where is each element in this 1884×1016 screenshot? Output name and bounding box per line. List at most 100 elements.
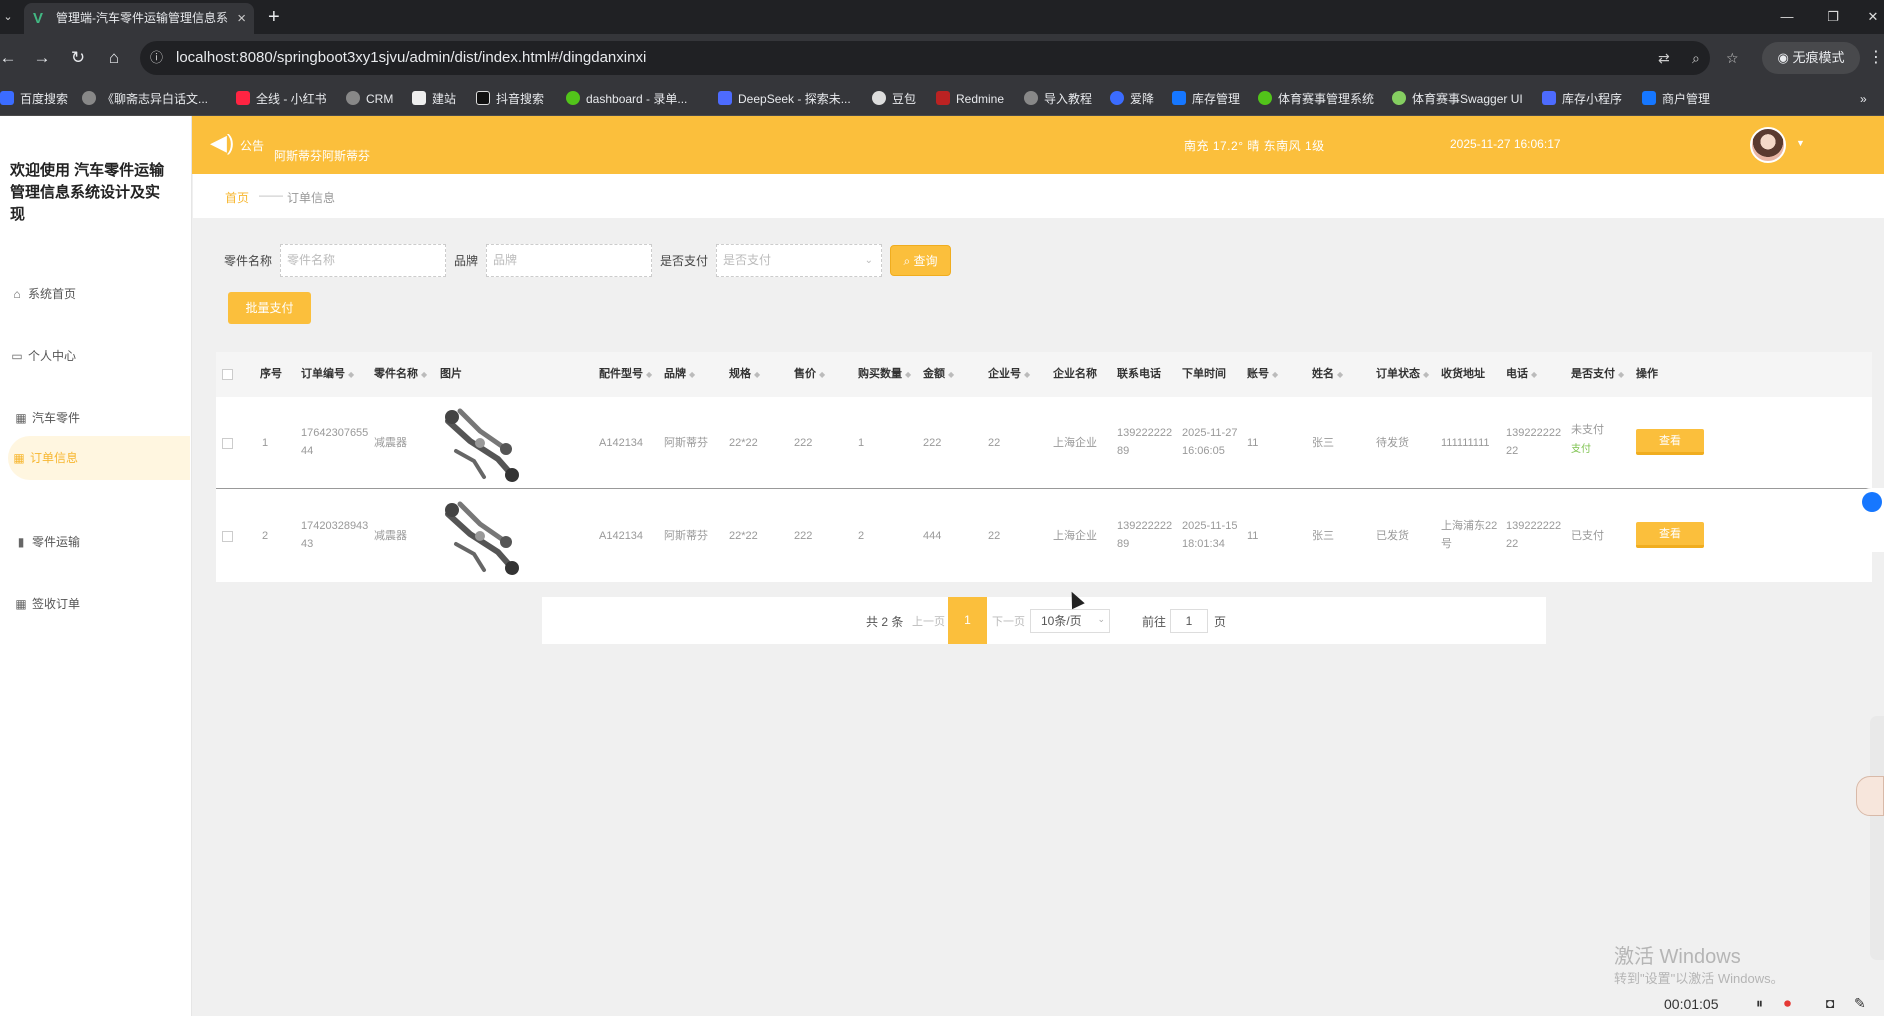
home-icon[interactable]: ⌂ xyxy=(96,34,132,82)
assistant-avatar-icon[interactable] xyxy=(1856,776,1884,816)
sort-icon[interactable]: ◆ xyxy=(754,370,760,379)
col-quantity[interactable]: 购买数量 ◆ xyxy=(858,352,911,397)
col-paid[interactable]: 是否支付 ◆ xyxy=(1571,352,1624,397)
pen-icon[interactable]: ✎ xyxy=(1854,995,1866,1012)
sidebar-item-parts[interactable]: ▦ 汽车零件 xyxy=(0,396,190,440)
select-all-checkbox[interactable] xyxy=(222,369,233,380)
col-spec[interactable]: 规格 ◆ xyxy=(729,352,760,397)
floating-widget[interactable] xyxy=(1858,488,1884,552)
bookmark-item[interactable]: Redmine xyxy=(936,82,1004,116)
bookmark-item[interactable]: 商户管理 xyxy=(1642,82,1710,116)
sidebar-item-signed-orders[interactable]: ▦ 签收订单 xyxy=(0,582,190,626)
pause-icon[interactable]: ⏸ xyxy=(1756,995,1763,1012)
sort-icon[interactable]: ◆ xyxy=(1272,370,1278,379)
sidebar-item-profile[interactable]: ▭ 个人中心 xyxy=(0,334,190,378)
sort-icon[interactable]: ◆ xyxy=(1531,370,1537,379)
translate-icon[interactable]: ⇄ xyxy=(1658,41,1670,75)
bookmark-item[interactable]: CRM xyxy=(346,82,393,116)
col-brand[interactable]: 品牌 ◆ xyxy=(664,352,695,397)
bookmark-item[interactable]: 体育赛事管理系统 xyxy=(1258,82,1374,116)
url-box[interactable]: ⓘ localhost:8080/springboot3xy1sjvu/admi… xyxy=(140,41,1739,75)
bookmark-item[interactable]: 豆包 xyxy=(872,82,916,116)
close-tab-icon[interactable]: × xyxy=(237,3,246,34)
prev-page-button[interactable]: 上一页 xyxy=(912,613,945,629)
bookmarks-overflow-icon[interactable]: » xyxy=(1860,82,1867,116)
url-text[interactable]: localhost:8080/springboot3xy1sjvu/admin/… xyxy=(176,41,646,75)
zoom-icon[interactable]: ⌕ xyxy=(1692,41,1700,75)
close-window-icon[interactable]: ✕ xyxy=(1850,0,1884,34)
bookmark-item[interactable]: 体育赛事Swagger UI xyxy=(1392,82,1523,116)
col-order-status[interactable]: 订单状态 ◆ xyxy=(1376,352,1429,397)
next-page-button[interactable]: 下一页 xyxy=(992,613,1025,629)
sort-icon[interactable]: ◆ xyxy=(819,370,825,379)
sort-icon[interactable]: ◆ xyxy=(948,370,954,379)
col-part-name[interactable]: 零件名称 ◆ xyxy=(374,352,427,397)
col-model[interactable]: 配件型号 ◆ xyxy=(599,352,652,397)
sort-icon[interactable]: ◆ xyxy=(421,370,427,379)
sort-icon[interactable]: ◆ xyxy=(1337,370,1343,379)
sort-icon[interactable]: ◆ xyxy=(1024,370,1030,379)
stop-record-icon[interactable]: ⏺ xyxy=(1784,995,1791,1012)
col-phone[interactable]: 电话 ◆ xyxy=(1506,352,1537,397)
sort-icon[interactable]: ◆ xyxy=(689,370,695,379)
incognito-badge[interactable]: ◉ 无痕模式 xyxy=(1762,42,1860,74)
back-icon[interactable]: ← xyxy=(0,34,26,82)
sidebar-item-transport[interactable]: ▮ 零件运输 xyxy=(0,520,190,564)
query-button[interactable]: ⌕ 查询 xyxy=(890,245,951,276)
sort-icon[interactable]: ◆ xyxy=(348,370,354,379)
browser-tab[interactable]: V 管理端-汽车零件运输管理信息系 × xyxy=(24,3,254,34)
bookmark-item[interactable]: DeepSeek - 探索未... xyxy=(718,82,851,116)
bookmark-item[interactable]: 《聊斋志异白话文... xyxy=(82,82,208,116)
bookmark-item[interactable]: 爱降 xyxy=(1110,82,1154,116)
bookmark-item[interactable]: 建站 xyxy=(412,82,456,116)
bookmark-item[interactable]: 全线 - 小红书 xyxy=(236,82,327,116)
tab-list-icon[interactable]: ⌄ xyxy=(0,0,16,34)
avatar[interactable] xyxy=(1750,127,1786,163)
batch-pay-button[interactable]: 批量支付 xyxy=(228,292,311,324)
pay-link[interactable]: 支付 xyxy=(1571,441,1591,459)
sort-icon[interactable]: ◆ xyxy=(1618,370,1624,379)
bookmark-star-icon[interactable]: ☆ xyxy=(1726,41,1739,75)
more-menu-icon[interactable]: ⋮ xyxy=(1868,34,1884,82)
forward-icon[interactable]: → xyxy=(24,34,60,82)
paid-select[interactable]: 是否支付 ⌄ xyxy=(716,244,882,277)
col-company-no[interactable]: 企业号 ◆ xyxy=(988,352,1030,397)
minimize-icon[interactable]: — xyxy=(1764,0,1810,34)
bookmark-item[interactable]: 库存小程序 xyxy=(1542,82,1622,116)
bookmark-item[interactable]: 百度搜索 xyxy=(0,82,68,116)
part-image[interactable] xyxy=(440,401,524,485)
bookmark-item[interactable]: 导入教程 xyxy=(1024,82,1092,116)
sort-icon[interactable]: ◆ xyxy=(905,370,911,379)
sort-icon[interactable]: ◆ xyxy=(1423,370,1429,379)
part-image[interactable] xyxy=(440,494,524,578)
chevron-down-icon[interactable]: ▼ xyxy=(1796,138,1805,148)
view-button[interactable]: 查看 xyxy=(1636,429,1704,455)
breadcrumb-home[interactable]: 首页 xyxy=(225,189,249,206)
sidebar: 欢迎使用 汽车零件运输管理信息系统设计及实现 ⌂ 系统首页 ▭ 个人中心 ▦ 汽车零件… xyxy=(0,116,192,1016)
col-price[interactable]: 售价 ◆ xyxy=(794,352,825,397)
col-order-no[interactable]: 订单编号 ◆ xyxy=(301,352,354,397)
bookmark-item[interactable]: 库存管理 xyxy=(1172,82,1240,116)
brand-input[interactable]: 品牌 xyxy=(486,244,652,277)
row-checkbox[interactable] xyxy=(222,438,233,449)
goto-page-input[interactable]: 1 xyxy=(1170,609,1208,633)
col-amount[interactable]: 金额 ◆ xyxy=(923,352,954,397)
sidebar-item-home[interactable]: ⌂ 系统首页 xyxy=(0,272,190,316)
sidebar-item-orders[interactable]: ▦ 订单信息 xyxy=(8,436,190,480)
part-name-input[interactable]: 零件名称 xyxy=(280,244,446,277)
reload-icon[interactable]: ↻ xyxy=(60,34,96,82)
camera-icon[interactable]: ◘ xyxy=(1826,995,1834,1011)
sort-icon[interactable]: ◆ xyxy=(646,370,652,379)
bookmark-item[interactable]: 抖音搜索 xyxy=(476,82,544,116)
site-info-icon[interactable]: ⓘ xyxy=(150,41,163,75)
page-size-select[interactable]: 10条/页 ⌄ xyxy=(1030,609,1110,633)
page-number-current[interactable]: 1 xyxy=(948,597,987,644)
col-name[interactable]: 姓名 ◆ xyxy=(1312,352,1343,397)
view-button[interactable]: 查看 xyxy=(1636,522,1704,548)
col-action: 操作 xyxy=(1636,368,1658,380)
row-checkbox[interactable] xyxy=(222,531,233,542)
bookmark-item[interactable]: dashboard - 录单... xyxy=(566,82,687,116)
col-account[interactable]: 账号 ◆ xyxy=(1247,352,1278,397)
floating-toolbar[interactable] xyxy=(1870,716,1884,960)
new-tab-icon[interactable]: + xyxy=(268,0,280,34)
